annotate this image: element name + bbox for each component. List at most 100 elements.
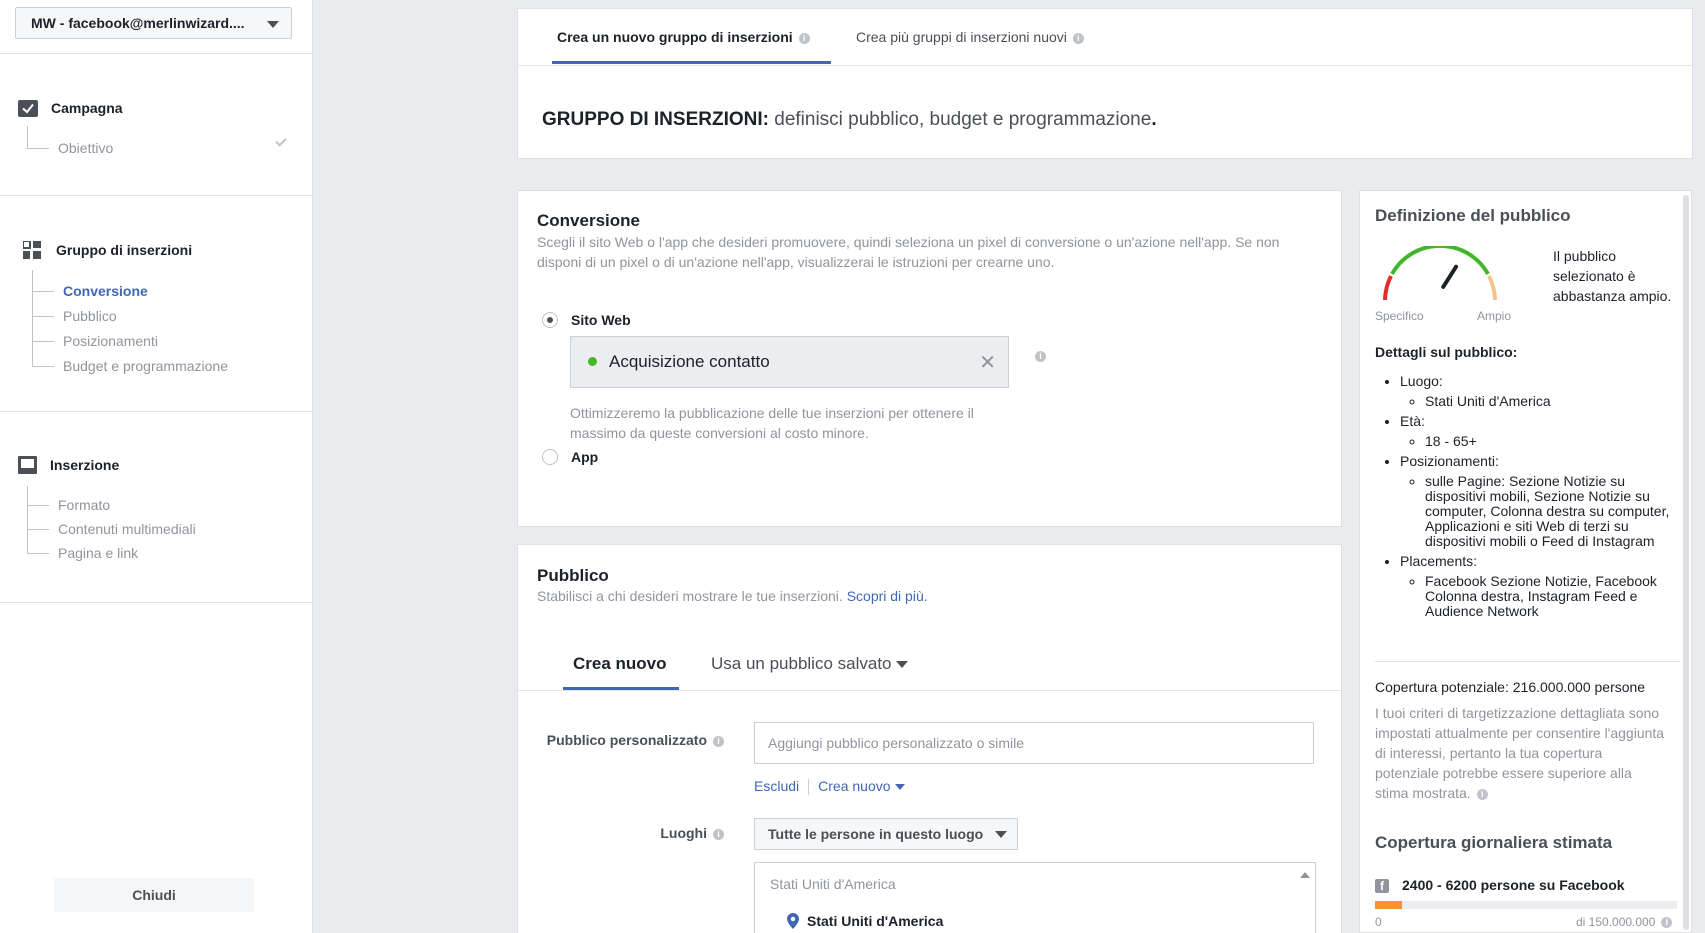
divider	[1375, 661, 1680, 662]
radio-website[interactable]	[542, 312, 558, 328]
close-button[interactable]: Chiudi	[54, 878, 254, 912]
tab-create-new-audience[interactable]: Crea nuovo	[573, 654, 667, 674]
radio-app-label[interactable]: App	[571, 449, 598, 465]
chevron-down-icon	[895, 661, 908, 669]
check-icon	[275, 135, 287, 147]
location-item[interactable]: Stati Uniti d'America	[807, 913, 943, 929]
section-title-adset[interactable]: Gruppo di inserzioni	[56, 242, 192, 258]
sidebar-item-formato[interactable]: Formato	[58, 497, 110, 513]
learn-more-link[interactable]: Scopri di più.	[847, 588, 928, 604]
sidebar-item-posizionamenti[interactable]: Posizionamenti	[63, 333, 158, 349]
checkbox-icon	[18, 100, 38, 117]
tab-active-indicator	[563, 687, 679, 690]
info-icon[interactable]: i	[1476, 788, 1488, 800]
conversion-card: Conversione Scegli il sito Web o l'app c…	[517, 190, 1342, 527]
exclude-link[interactable]: Escludi	[754, 778, 799, 794]
custom-audience-input[interactable]: Aggiungi pubblico personalizzato o simil…	[754, 722, 1314, 764]
detail-label: Posizionamenti:	[1400, 453, 1499, 469]
daily-reach-bar-fill	[1375, 901, 1403, 909]
pixel-selector[interactable]: Acquisizione contatto ✕	[570, 336, 1009, 388]
list-item: sulle Pagine: Sezione Notizie su disposi…	[1425, 474, 1680, 549]
divider	[0, 53, 313, 54]
optimization-note: Ottimizzeremo la pubblicazione delle tue…	[570, 405, 974, 441]
tree-line	[27, 126, 28, 148]
custom-audience-label-text: Pubblico personalizzato	[546, 732, 707, 748]
gauge-max-label: Ampio	[1477, 309, 1512, 323]
tab-border	[518, 690, 1341, 691]
tab-create-single[interactable]: Crea un nuovo gruppo di inserzioni i	[557, 9, 810, 65]
audience-gauge-icon	[1383, 246, 1497, 301]
daily-reach-value: 2400 - 6200 persone su Facebook	[1402, 877, 1625, 893]
tree-line	[32, 366, 54, 367]
sidebar-item-contenuti[interactable]: Contenuti multimediali	[58, 521, 196, 537]
audience-details: Luogo: Stati Uniti d'America Età: 18 - 6…	[1375, 369, 1680, 619]
list-item: Stati Uniti d'America	[1425, 394, 1680, 409]
custom-audience-label: Pubblico personalizzato i	[547, 732, 724, 748]
divider	[0, 195, 313, 196]
audience-desc-text: Stabilisci a chi desideri mostrare le tu…	[537, 588, 843, 604]
reach-note-text: I tuoi criteri di targetizzazione dettag…	[1375, 705, 1665, 801]
detail-label: Luogo:	[1400, 373, 1443, 389]
create-new-link[interactable]: Crea nuovo	[818, 778, 905, 794]
grid-icon	[23, 241, 41, 259]
tab-active-indicator	[552, 61, 831, 64]
info-icon[interactable]: i	[713, 828, 724, 840]
tree-line	[32, 316, 54, 317]
sidebar-item-pagina[interactable]: Pagina e link	[58, 545, 138, 561]
conversion-desc: Scegli il sito Web o l'app che desideri …	[537, 234, 1280, 270]
chevron-down-icon	[894, 784, 905, 791]
tree-line	[27, 505, 49, 506]
reach-note: I tuoi criteri di targetizzazione dettag…	[1375, 703, 1665, 803]
sidebar-item-pubblico[interactable]: Pubblico	[63, 308, 117, 324]
pixel-name: Acquisizione contatto	[609, 352, 770, 371]
divider	[0, 602, 313, 603]
details-title: Dettagli sul pubblico:	[1375, 344, 1518, 360]
places-label: Luoghi i	[660, 825, 724, 841]
info-icon[interactable]: i	[798, 32, 810, 44]
info-icon[interactable]: i	[1072, 32, 1084, 44]
daily-reach-title: Copertura giornaliera stimata	[1375, 833, 1613, 852]
scroll-up-icon[interactable]	[1300, 872, 1310, 878]
places-label-text: Luoghi	[660, 825, 707, 841]
sidebar-item-conversione[interactable]: Conversione	[63, 283, 148, 299]
places-select-label: Tutte le persone in questo luogo	[768, 826, 984, 842]
section-title-ad[interactable]: Inserzione	[50, 457, 119, 473]
tab-label: Crea più gruppi di inserzioni nuovi	[856, 29, 1067, 45]
list-item: Facebook Sezione Notizie, Facebook Colon…	[1425, 574, 1680, 619]
info-icon[interactable]: i	[1661, 917, 1673, 929]
details-list: Luogo: Stati Uniti d'America Età: 18 - 6…	[1375, 374, 1680, 619]
tree-line	[27, 486, 28, 554]
page-title: GRUPPO DI INSERZIONI: definisci pubblico…	[542, 109, 1157, 131]
gauge-note: Il pubblico selezionato è abbastanza amp…	[1553, 248, 1672, 304]
sidebar-item-obiettivo[interactable]: Obiettivo	[58, 140, 113, 156]
tab-saved-audience[interactable]: Usa un pubblico salvato	[711, 654, 908, 674]
location-list[interactable]: Stati Uniti d'America Stati Uniti d'Amer…	[754, 862, 1316, 933]
tree-line	[32, 341, 54, 342]
account-selector[interactable]: MW - facebook@merlinwizard....	[15, 7, 292, 39]
facebook-icon: f	[1375, 879, 1389, 893]
gauge-min-label: Specifico	[1375, 309, 1424, 323]
radio-app[interactable]	[542, 449, 558, 465]
account-label: MW - facebook@merlinwizard....	[31, 15, 245, 31]
tab-create-multiple[interactable]: Crea più gruppi di inserzioni nuovi i	[856, 9, 1084, 65]
location-group-header: Stati Uniti d'America	[770, 876, 896, 892]
section-title-campaign[interactable]: Campagna	[51, 100, 123, 116]
tab-saved-label: Usa un pubblico salvato	[711, 654, 892, 673]
close-icon[interactable]: ✕	[979, 350, 996, 375]
chevron-down-icon	[267, 21, 279, 28]
list-item: Posizionamenti: sulle Pagine: Sezione No…	[1400, 454, 1680, 549]
places-select[interactable]: Tutte le persone in questo luogo	[754, 818, 1018, 850]
tree-line	[32, 291, 54, 292]
tree-line	[27, 529, 49, 530]
page-title-desc: definisci pubblico, budget e programmazi…	[768, 109, 1152, 130]
create-new-label: Crea nuovo	[818, 778, 891, 794]
tree-line	[27, 553, 49, 554]
tree-line	[32, 270, 33, 367]
info-icon[interactable]: i	[713, 735, 724, 747]
info-icon[interactable]: i	[1035, 351, 1046, 362]
sidebar-item-budget[interactable]: Budget e programmazione	[63, 358, 228, 374]
radio-website-label[interactable]: Sito Web	[571, 312, 631, 328]
adset-header-card: Crea un nuovo gruppo di inserzioni i Crea…	[517, 8, 1693, 159]
scrollbar[interactable]	[1683, 195, 1689, 930]
list-item: Placements: Facebook Sezione Notizie, Fa…	[1400, 554, 1680, 619]
